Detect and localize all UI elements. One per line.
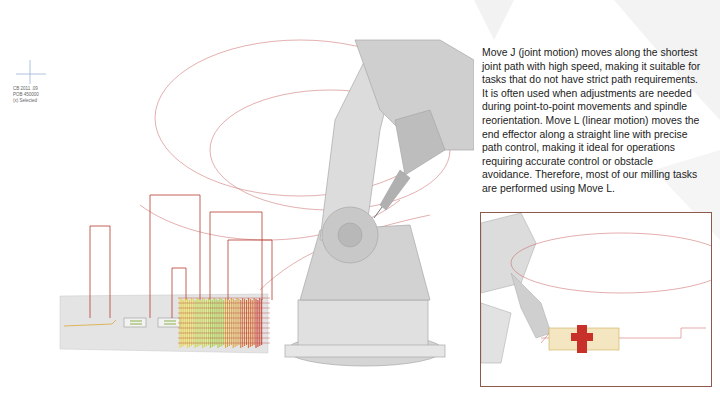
- crosshair-icon: [16, 60, 46, 84]
- robot-arm: [285, 40, 474, 366]
- readout-line: POB 450000: [13, 92, 39, 98]
- readout-line: (x) Selected: [13, 98, 39, 104]
- toolpath-block: [178, 298, 270, 348]
- simulation-view: CB 2011 .09POB 450000(x) Selected: [0, 0, 474, 405]
- inset-view: [480, 212, 712, 387]
- inset-toolpath: [549, 325, 619, 353]
- inset-paths: [511, 233, 711, 343]
- small-parts: [64, 318, 180, 327]
- coordinate-readout: CB 2011 .09POB 450000(x) Selected: [13, 86, 39, 104]
- text-column: Move J (joint motion) moves along the sh…: [474, 0, 720, 405]
- readout-line: CB 2011 .09: [13, 86, 39, 92]
- description-text: Move J (joint motion) moves along the sh…: [480, 46, 704, 196]
- slide: CB 2011 .09POB 450000(x) Selected Move J …: [0, 0, 720, 405]
- inset-robot: [481, 213, 551, 363]
